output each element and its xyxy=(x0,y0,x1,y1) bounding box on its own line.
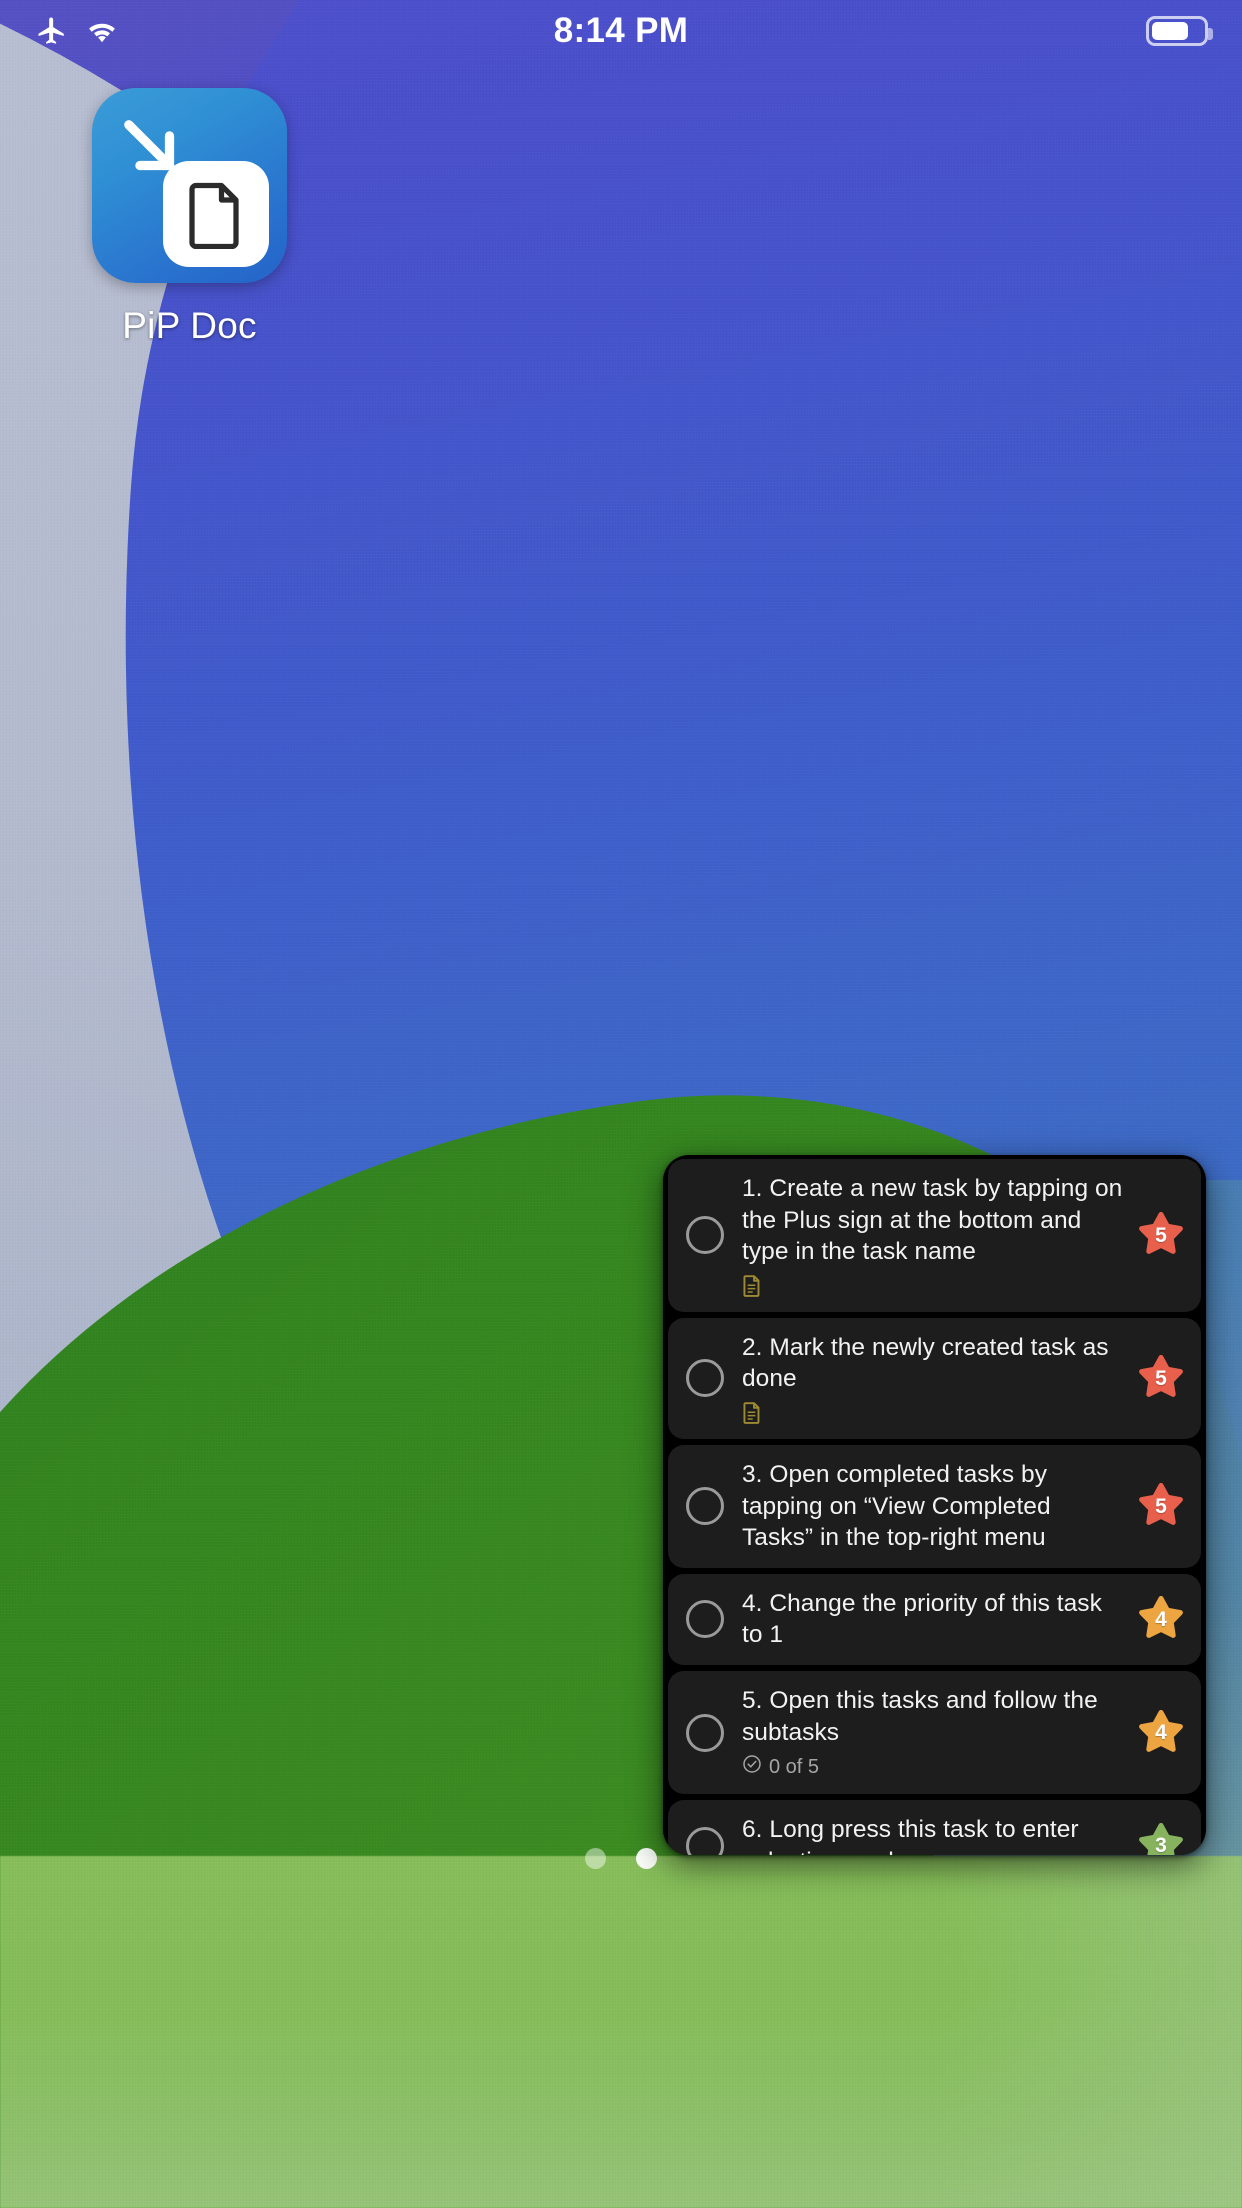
page-dot-2[interactable] xyxy=(636,1848,657,1869)
check-circle-icon xyxy=(742,1754,762,1780)
battery-fill xyxy=(1152,22,1189,40)
task-row[interactable]: 1. Create a new task by tapping on the P… xyxy=(668,1159,1201,1312)
task-body: 6. Long press this task to enter selecti… xyxy=(742,1814,1133,1855)
task-checkbox[interactable] xyxy=(686,1359,724,1398)
subtask-progress-label: 0 of 5 xyxy=(769,1755,820,1778)
page-dot-1[interactable] xyxy=(585,1848,606,1869)
status-bar-clock: 8:14 PM xyxy=(553,11,689,50)
task-list-pip-window[interactable]: 1. Create a new task by tapping on the P… xyxy=(663,1155,1206,1855)
home-screen: 8:14 PM PiP Doc 1. Create a new task by … xyxy=(0,0,1242,2208)
task-title: 5. Open this tasks and follow the subtas… xyxy=(742,1686,1098,1746)
priority-value: 4 xyxy=(1155,1721,1167,1745)
priority-value: 5 xyxy=(1155,1366,1167,1390)
priority-star-badge[interactable]: 4 xyxy=(1137,1709,1185,1756)
task-checkbox[interactable] xyxy=(686,1826,724,1855)
note-icon xyxy=(742,1401,762,1425)
priority-value: 5 xyxy=(1155,1223,1167,1247)
priority-value: 4 xyxy=(1155,1607,1167,1631)
task-title: 1. Create a new task by tapping on the P… xyxy=(742,1175,1123,1266)
task-title: 3. Open completed tasks by tapping on “V… xyxy=(742,1460,1051,1552)
priority-star-badge[interactable]: 5 xyxy=(1137,1483,1185,1529)
task-title: 4. Change the priority of this task to 1 xyxy=(742,1589,1102,1649)
document-icon xyxy=(163,161,269,267)
battery-icon xyxy=(1146,16,1213,46)
task-body: 1. Create a new task by tapping on the P… xyxy=(742,1173,1133,1298)
task-title: 6. Long press this task to enter selecti… xyxy=(742,1816,1079,1855)
priority-star-badge[interactable]: 5 xyxy=(1137,1355,1185,1401)
dock-area xyxy=(0,1856,1242,2208)
priority-star-badge[interactable]: 4 xyxy=(1137,1596,1185,1642)
priority-value: 3 xyxy=(1155,1834,1167,1855)
priority-star-badge[interactable]: 3 xyxy=(1137,1822,1185,1855)
status-bar: 8:14 PM xyxy=(0,0,1242,62)
task-checkbox[interactable] xyxy=(686,1487,724,1526)
app-icon-label: PiP Doc xyxy=(122,305,257,346)
task-meta: 0 of 5 xyxy=(742,1754,1125,1780)
note-icon xyxy=(742,1274,762,1298)
status-bar-right-group xyxy=(1146,16,1213,46)
task-title: 2. Mark the newly created task as done xyxy=(742,1333,1109,1393)
pip-doc-app-tile[interactable] xyxy=(92,88,287,283)
task-body: 3. Open completed tasks by tapping on “V… xyxy=(742,1459,1133,1554)
priority-value: 5 xyxy=(1155,1494,1167,1518)
task-row[interactable]: 6. Long press this task to enter selecti… xyxy=(668,1800,1201,1855)
task-row[interactable]: 2. Mark the newly created task as done 5 xyxy=(668,1317,1201,1439)
app-icon-pip-doc[interactable]: PiP Doc xyxy=(92,88,287,347)
task-body: 4. Change the priority of this task to 1 xyxy=(742,1588,1133,1651)
task-checkbox[interactable] xyxy=(686,1216,724,1255)
priority-star-badge[interactable]: 5 xyxy=(1137,1212,1185,1258)
task-row[interactable]: 5. Open this tasks and follow the subtas… xyxy=(668,1670,1201,1795)
subtask-progress: 0 of 5 xyxy=(742,1754,819,1780)
task-row[interactable]: 4. Change the priority of this task to 1… xyxy=(668,1573,1201,1665)
task-checkbox[interactable] xyxy=(686,1713,724,1752)
task-checkbox[interactable] xyxy=(686,1600,724,1639)
task-body: 5. Open this tasks and follow the subtas… xyxy=(742,1685,1133,1780)
task-row[interactable]: 3. Open completed tasks by tapping on “V… xyxy=(668,1444,1201,1568)
task-body: 2. Mark the newly created task as done xyxy=(742,1332,1133,1425)
task-list: 1. Create a new task by tapping on the P… xyxy=(668,1159,1201,1855)
task-meta xyxy=(742,1401,1125,1425)
task-meta xyxy=(742,1274,1125,1298)
